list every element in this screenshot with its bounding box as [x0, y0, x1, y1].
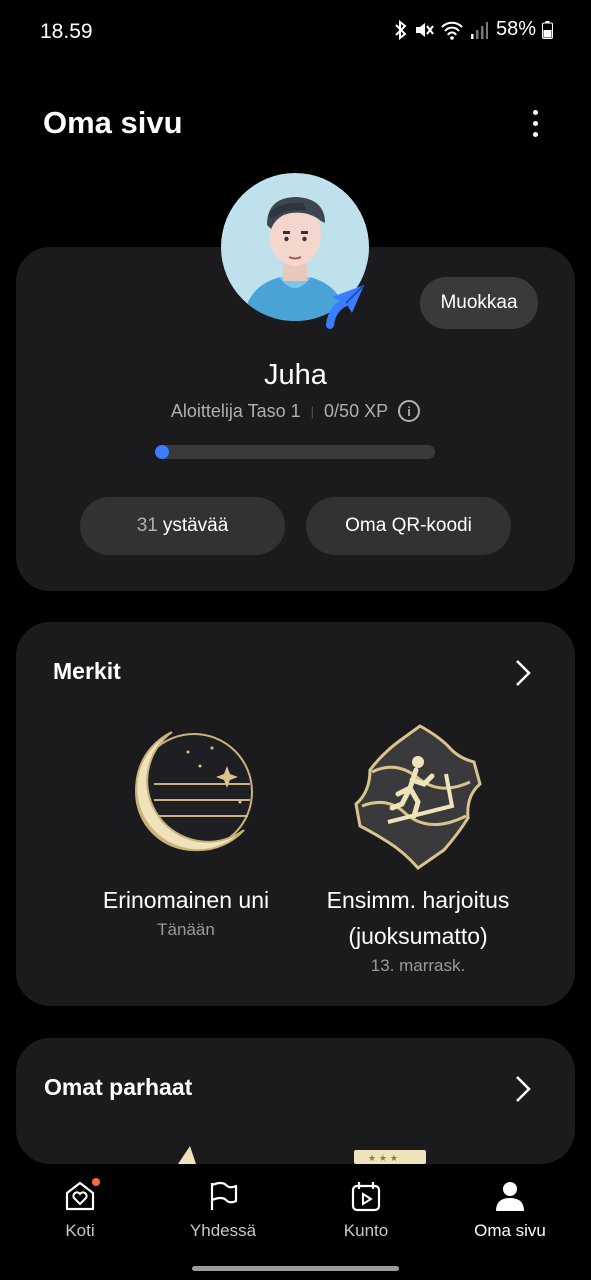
flag-icon — [210, 1181, 238, 1210]
home-indicator[interactable] — [192, 1266, 399, 1271]
nav-item-yhdessa[interactable]: Yhdessä — [163, 1179, 283, 1241]
badge-title: Erinomainen uni — [102, 887, 270, 913]
bluetooth-icon — [395, 19, 407, 40]
xp-label: 0/50 XP — [324, 400, 389, 421]
edit-button[interactable]: Muokkaa — [420, 277, 538, 329]
chevron-right-icon[interactable] — [513, 1074, 533, 1104]
profile-name: Juha — [264, 359, 327, 391]
nav-item-kunto[interactable]: Kunto — [306, 1179, 426, 1241]
notification-dot — [92, 1178, 100, 1186]
badge-item[interactable]: Erinomainen uni Tänään — [56, 722, 316, 940]
friends-count: 31 — [136, 515, 158, 536]
badges-card[interactable]: Merkit Erinomainen uni Tänään Ensimm. ha… — [16, 622, 575, 1006]
nav-label: Oma sivu — [474, 1221, 546, 1240]
chevron-right-icon[interactable] — [513, 658, 533, 688]
record-icon: ★ ★ ★ — [354, 1150, 426, 1164]
nav-label: Kunto — [343, 1221, 389, 1240]
nav-label: Koti — [65, 1221, 95, 1240]
xp-progress-fill — [155, 445, 169, 459]
personal-best-card[interactable]: Omat parhaat ★ ★ ★ — [16, 1038, 575, 1164]
friends-button[interactable]: 31 ystävää — [80, 497, 285, 555]
level-label: Aloittelija Taso 1 — [170, 400, 301, 421]
more-options-icon[interactable] — [520, 106, 550, 140]
signal-icon — [470, 21, 488, 39]
status-time: 18.59 — [40, 20, 93, 43]
battery-level: 58% — [495, 18, 536, 40]
person-icon — [496, 1182, 524, 1211]
nav-label: Yhdessä — [189, 1221, 257, 1240]
svg-text:★ ★ ★: ★ ★ ★ — [368, 1154, 398, 1164]
badge-item[interactable]: Ensimm. harjoitus (juoksumatto) 13. marr… — [288, 722, 548, 976]
qr-code-button[interactable]: Oma QR-koodi — [306, 497, 511, 555]
xp-progress-bar — [155, 445, 435, 459]
moon-badge-icon — [135, 731, 253, 852]
nav-item-koti[interactable]: Koti — [20, 1178, 140, 1241]
status-bar: 18.59 58% — [0, 0, 591, 64]
nav-item-oma-sivu[interactable]: Oma sivu — [450, 1179, 570, 1241]
share-icon[interactable] — [326, 279, 366, 331]
wifi-icon — [441, 21, 463, 40]
fitness-calendar-icon — [351, 1182, 381, 1212]
trophy-icon — [178, 1146, 196, 1164]
info-icon[interactable]: i — [398, 400, 421, 422]
badge-date: 13. marrask. — [370, 956, 466, 975]
level-row: Aloittelija Taso 1 | 0/50 XP i — [16, 400, 575, 422]
badges-title: Merkit — [53, 658, 121, 684]
badge-title: Ensimm. harjoitus (juoksumatto) — [326, 887, 510, 949]
bottom-navigation: Koti Yhdessä Kunto Oma sivu — [0, 1164, 591, 1280]
mute-icon — [415, 22, 434, 37]
treadmill-badge-icon — [354, 724, 482, 870]
separator: | — [310, 403, 315, 419]
personal-best-title: Omat parhaat — [44, 1074, 193, 1100]
friends-label: ystävää — [162, 515, 229, 536]
status-icons: 58% — [394, 18, 553, 41]
page-title: Oma sivu — [43, 105, 183, 140]
badge-date: Tänään — [157, 920, 215, 939]
battery-icon — [542, 20, 553, 39]
